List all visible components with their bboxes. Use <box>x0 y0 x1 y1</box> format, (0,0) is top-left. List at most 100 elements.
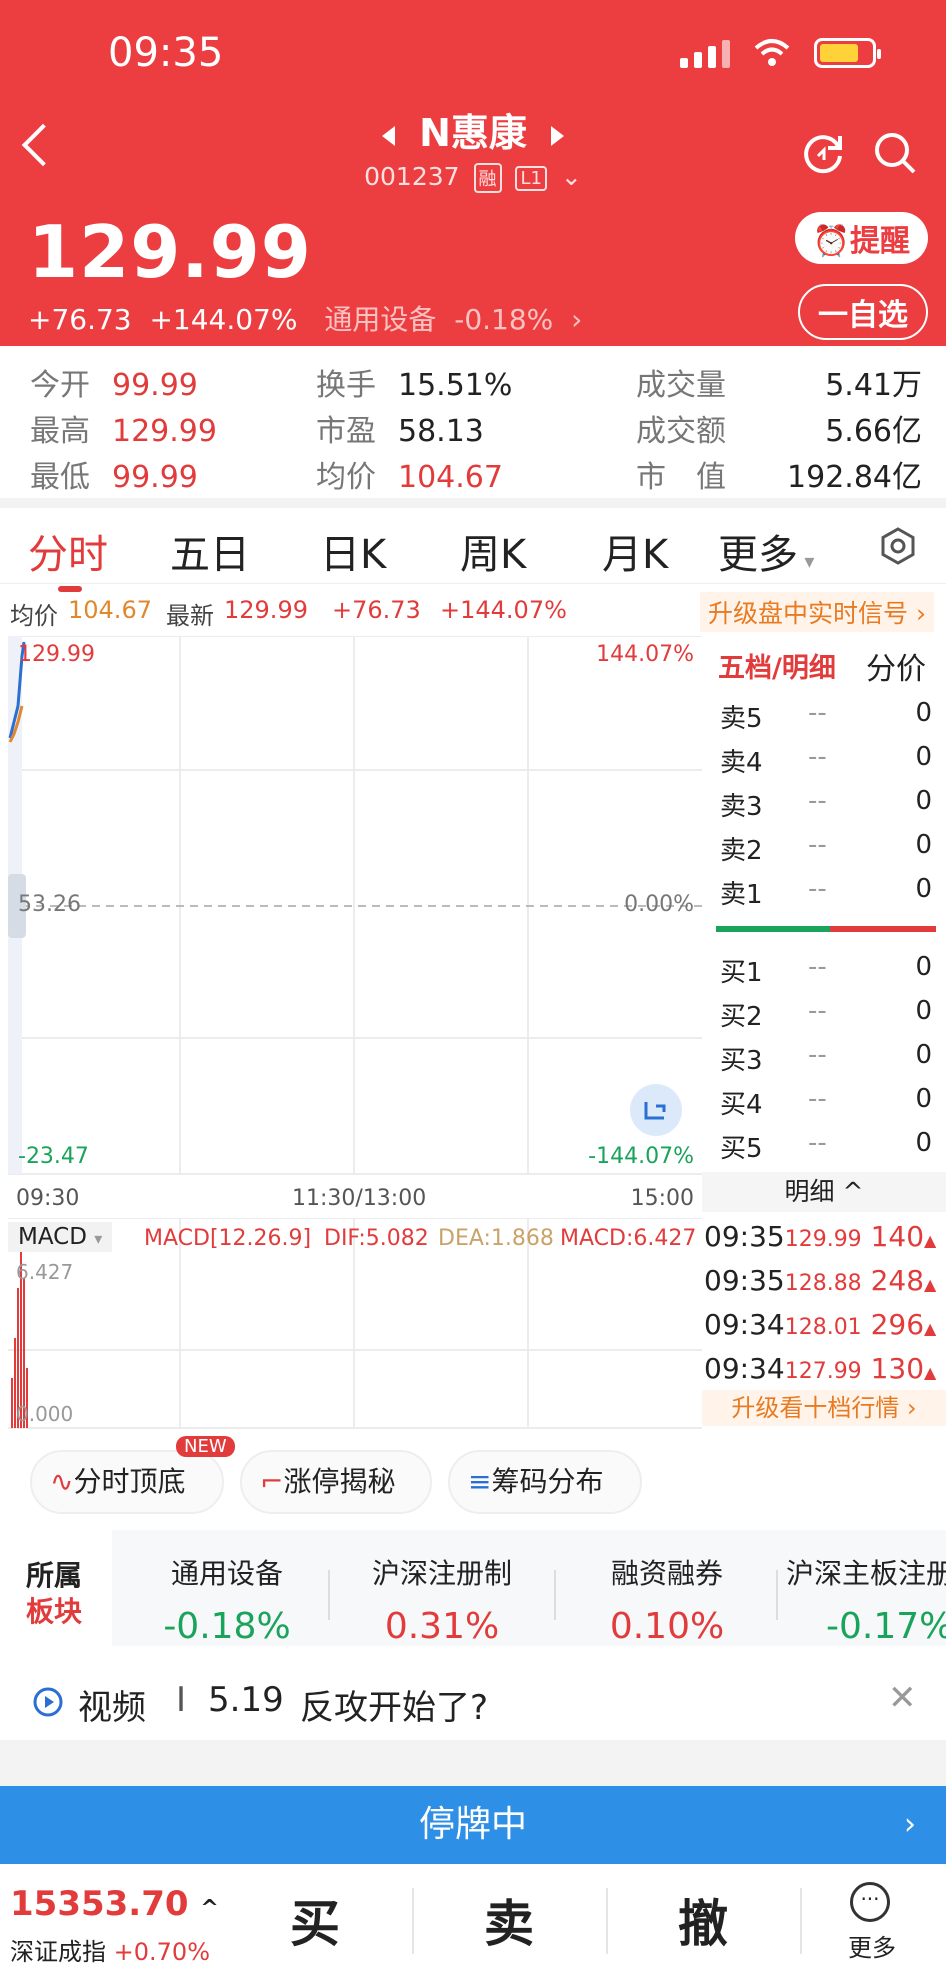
tab-more[interactable]: 更多 ▾ <box>718 522 814 580</box>
signal-icon <box>680 40 730 68</box>
sell-1: 卖1 -- 0 <box>720 874 932 910</box>
pct-axis-top: 144.07% <box>596 642 694 667</box>
chip-intraday-top-bottom[interactable]: ∿分时顶底 <box>30 1450 224 1514</box>
quote-volume: 成交量 5.41万 <box>636 368 922 403</box>
chip-chip-distribution[interactable]: ≡筹码分布 <box>448 1450 642 1514</box>
settings-icon[interactable] <box>878 526 918 566</box>
quote-avg: 均价 104.67 <box>316 460 503 495</box>
intraday-chart[interactable]: 129.99 53.26 -23.47 144.07% 0.00% -144.0… <box>8 635 702 1178</box>
sector-item[interactable]: 沪深注册制 0.31% <box>342 1552 542 1647</box>
index-name-row: 深证成指 +0.70% <box>10 1938 210 1966</box>
chevron-right-icon: › <box>904 1807 916 1842</box>
y-axis-bottom: -23.47 <box>18 1144 89 1169</box>
index-value[interactable]: 15353.70 ^ <box>10 1884 219 1924</box>
bell-icon: ⏰ <box>812 224 850 259</box>
sell-3: 卖3 -- 0 <box>720 786 932 822</box>
quote-open: 今开 99.99 <box>30 368 198 403</box>
trading-halt-banner[interactable]: 停牌中 › <box>0 1786 946 1864</box>
watchlist-button[interactable]: 一自选 <box>798 284 928 340</box>
detail-toggle[interactable]: 明细 ^ <box>702 1172 946 1212</box>
sell-5: 卖5 -- 0 <box>720 698 932 734</box>
macd-chart[interactable]: MACD ▾ MACD[12.26.9] DIF:5.082 DEA:1.868… <box>8 1217 702 1430</box>
upgrade-depth-link[interactable]: 升级看十档行情 › <box>702 1390 946 1426</box>
more-label[interactable]: 更多 <box>848 1928 896 1963</box>
sell-button[interactable]: 卖 <box>484 1884 534 1956</box>
stock-code: 001237 <box>364 162 460 191</box>
buy-2: 买2 -- 0 <box>720 996 932 1032</box>
bottom-trade-bar: 15353.70 ^ 深证成指 +0.70% 买 卖 撤 ··· 更多 <box>0 1864 946 1966</box>
more-icon[interactable]: ··· <box>850 1882 890 1922</box>
sector-link[interactable]: 通用设备 -0.18% › <box>324 303 582 336</box>
buy-button[interactable]: 买 <box>290 1884 340 1956</box>
tab-weekly-k[interactable]: 周K <box>460 522 526 580</box>
limit-up-icon: ⌐ <box>260 1465 284 1498</box>
status-time: 09:35 <box>108 30 224 76</box>
wifi-icon <box>754 39 790 66</box>
sector-panel: 所属 板块 通用设备 -0.18% 沪深注册制 0.31% 融资融券 0.10% 沪深主… <box>0 1530 946 1650</box>
new-badge: NEW <box>176 1436 235 1457</box>
tick-row: 09:34128.01 296▲ <box>704 1308 937 1341</box>
buy-4: 买4 -- 0 <box>720 1084 932 1120</box>
current-price: 129.99 <box>28 210 312 294</box>
video-banner[interactable]: 视频 I 5.19 反攻开始了? ✕ <box>0 1650 946 1740</box>
buy-1: 买1 -- 0 <box>720 952 932 988</box>
upgrade-signal-link[interactable]: 升级盘中实时信号 › <box>700 592 934 632</box>
quote-low: 最低 99.99 <box>30 460 198 495</box>
prev-stock-icon[interactable] <box>382 125 396 146</box>
price-change: +76.73 <box>28 303 132 336</box>
buy-3: 买3 -- 0 <box>720 1040 932 1076</box>
quote-grid: 今开 99.99 最高 129.99 最低 99.99 换手 15.51% 市盈 58.1… <box>0 346 946 498</box>
tab-price-dist[interactable]: 分价 <box>866 644 926 688</box>
time-start: 09:30 <box>16 1186 80 1211</box>
intraday-chart-svg <box>8 635 702 1178</box>
sell-4: 卖4 -- 0 <box>720 742 932 778</box>
sector-item[interactable]: 通用设备 -0.18% <box>132 1552 322 1647</box>
search-icon[interactable] <box>872 130 918 176</box>
close-icon[interactable]: ✕ <box>888 1678 917 1718</box>
price-info-bar: 均价 104.67 最新 129.99 +76.73 +144.07% 升级盘中… <box>0 588 946 634</box>
y-axis-mid: 53.26 <box>18 892 81 917</box>
y-axis-top: 129.99 <box>18 642 95 667</box>
tab-depth-detail[interactable]: 五档/明细 <box>718 646 836 685</box>
macd-selector[interactable]: MACD ▾ <box>8 1222 113 1252</box>
tab-daily-k[interactable]: 日K <box>320 522 386 580</box>
trend-icon: ∿ <box>50 1465 74 1498</box>
chart-tabs: 分时 五日 日K 周K 月K 更多 ▾ <box>0 508 946 592</box>
time-axis: 09:30 11:30/13:00 15:00 <box>8 1180 702 1216</box>
price-change-row: +76.73 +144.07% 通用设备 -0.18% › <box>28 298 582 338</box>
quote-turnover: 换手 15.51% <box>316 368 513 403</box>
quote-pe: 市盈 58.13 <box>316 414 484 449</box>
pct-axis-mid: 0.00% <box>624 892 694 917</box>
stock-header: 09:35 N惠康 001237 融 L1 ⌄ 129.99 +76.73 +1… <box>0 0 946 346</box>
tab-five-day[interactable]: 五日 <box>170 522 250 580</box>
depth-bar-buy <box>716 926 830 932</box>
sector-item[interactable]: 融资融券 0.10% <box>572 1552 762 1647</box>
tab-monthly-k[interactable]: 月K <box>602 522 668 580</box>
buy-5: 买5 -- 0 <box>720 1128 932 1164</box>
sell-2: 卖2 -- 0 <box>720 830 932 866</box>
order-book: 五档/明细 分价 卖5 -- 0 卖4 -- 0 卖3 -- 0 卖2 -- 0 卖1 -- 0 买… <box>702 636 946 1426</box>
alert-button[interactable]: ⏰提醒 <box>794 212 928 264</box>
divider <box>0 498 946 508</box>
play-icon <box>33 1687 63 1717</box>
tick-row: 09:34127.99 130▲ <box>704 1352 937 1385</box>
quote-mcap: 市 值 192.84亿 <box>636 460 922 495</box>
price-change-pct: +144.07% <box>149 303 298 336</box>
next-stock-icon[interactable] <box>550 125 564 146</box>
time-mid: 11:30/13:00 <box>292 1186 427 1211</box>
feature-chips: ∿分时顶底 NEW ⌐涨停揭秘 ≡筹码分布 <box>0 1436 946 1520</box>
quote-high: 最高 129.99 <box>30 414 217 449</box>
margin-tag: 融 <box>473 163 502 193</box>
sector-item[interactable]: 沪深主板注册 -0.17% <box>786 1552 946 1647</box>
stock-name: N惠康 <box>419 111 527 155</box>
level-tag: L1 <box>515 165 547 191</box>
status-icons <box>680 38 881 68</box>
refresh-icon[interactable] <box>800 130 846 176</box>
tab-intraday[interactable]: 分时 <box>28 522 108 592</box>
battery-icon <box>814 38 881 68</box>
chip-limit-up[interactable]: ⌐涨停揭秘 <box>240 1450 432 1514</box>
time-end: 15:00 <box>630 1186 694 1211</box>
cancel-button[interactable]: 撤 <box>678 1884 728 1956</box>
fullscreen-button[interactable] <box>630 1084 682 1136</box>
distribution-icon: ≡ <box>468 1465 492 1498</box>
